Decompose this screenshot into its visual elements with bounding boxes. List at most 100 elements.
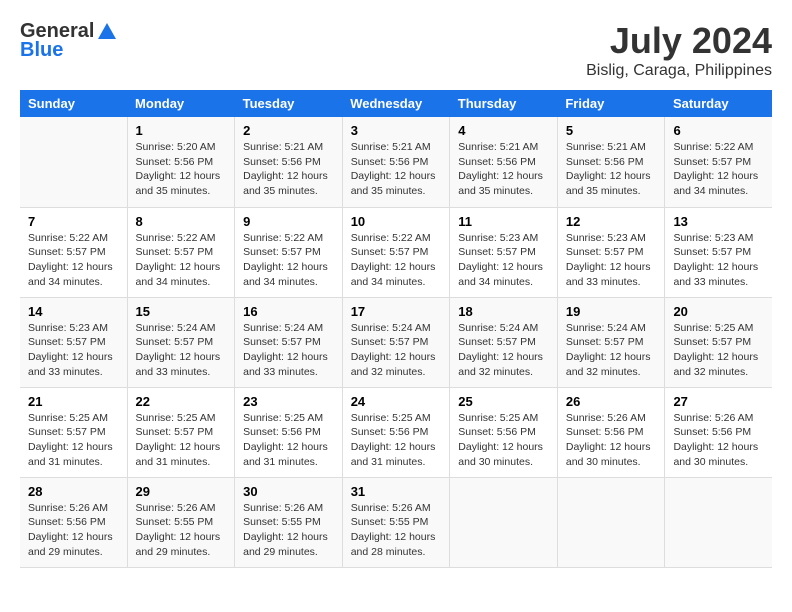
cell-w3-d2: 23 Sunrise: 5:25 AM Sunset: 5:56 PM Dayli… — [235, 387, 343, 477]
cell-w0-d2: 2 Sunrise: 5:21 AM Sunset: 5:56 PM Daylig… — [235, 117, 343, 207]
day-info: Sunrise: 5:26 AM Sunset: 5:55 PM Dayligh… — [351, 501, 442, 560]
logo: General Blue — [20, 20, 118, 62]
day-info: Sunrise: 5:21 AM Sunset: 5:56 PM Dayligh… — [458, 140, 549, 199]
day-number: 2 — [243, 123, 334, 138]
day-number: 5 — [566, 123, 657, 138]
cell-w0-d1: 1 Sunrise: 5:20 AM Sunset: 5:56 PM Daylig… — [127, 117, 235, 207]
cell-w3-d1: 22 Sunrise: 5:25 AM Sunset: 5:57 PM Dayli… — [127, 387, 235, 477]
cell-w2-d2: 16 Sunrise: 5:24 AM Sunset: 5:57 PM Dayli… — [235, 297, 343, 387]
cell-w4-d0: 28Sunrise: 5:26 AM Sunset: 5:56 PM Dayli… — [20, 477, 127, 567]
day-number: 27 — [673, 394, 764, 409]
cell-w1-d1: 8 Sunrise: 5:22 AM Sunset: 5:57 PM Daylig… — [127, 207, 235, 297]
week-row-1: 1 Sunrise: 5:20 AM Sunset: 5:56 PM Daylig… — [20, 117, 772, 207]
cell-w2-d3: 17 Sunrise: 5:24 AM Sunset: 5:57 PM Dayli… — [342, 297, 450, 387]
day-number: 28 — [28, 484, 119, 499]
day-number: 29 — [136, 484, 227, 499]
day-info: Sunrise: 5:25 AM Sunset: 5:56 PM Dayligh… — [351, 411, 442, 470]
day-info: Sunrise: 5:26 AM Sunset: 5:55 PM Dayligh… — [136, 501, 227, 560]
week-row-4: 21 Sunrise: 5:25 AM Sunset: 5:57 PM Dayli… — [20, 387, 772, 477]
day-number: 18 — [458, 304, 549, 319]
day-number: 19 — [566, 304, 657, 319]
day-info: Sunrise: 5:22 AM Sunset: 5:57 PM Dayligh… — [28, 231, 119, 290]
day-number: 20 — [673, 304, 764, 319]
day-number: 6 — [673, 123, 764, 138]
week-row-5: 28Sunrise: 5:26 AM Sunset: 5:56 PM Dayli… — [20, 477, 772, 567]
day-info: Sunrise: 5:24 AM Sunset: 5:57 PM Dayligh… — [243, 321, 334, 380]
cell-w2-d0: 14 Sunrise: 5:23 AM Sunset: 5:57 PM Dayli… — [20, 297, 127, 387]
day-number: 31 — [351, 484, 442, 499]
day-number: 22 — [136, 394, 227, 409]
day-number: 16 — [243, 304, 334, 319]
day-number: 8 — [136, 214, 227, 229]
day-info: Sunrise: 5:22 AM Sunset: 5:57 PM Dayligh… — [136, 231, 227, 290]
col-sunday: Sunday — [20, 90, 127, 117]
col-monday: Monday — [127, 90, 235, 117]
cell-w1-d2: 9Sunrise: 5:22 AM Sunset: 5:57 PM Daylig… — [235, 207, 343, 297]
col-friday: Friday — [557, 90, 665, 117]
cell-w3-d0: 21 Sunrise: 5:25 AM Sunset: 5:57 PM Dayli… — [20, 387, 127, 477]
col-tuesday: Tuesday — [235, 90, 343, 117]
cell-w0-d3: 3Sunrise: 5:21 AM Sunset: 5:56 PM Daylig… — [342, 117, 450, 207]
day-info: Sunrise: 5:23 AM Sunset: 5:57 PM Dayligh… — [458, 231, 549, 290]
day-info: Sunrise: 5:26 AM Sunset: 5:55 PM Dayligh… — [243, 501, 334, 560]
page-header: General Blue July 2024 Bislig, Caraga, P… — [20, 20, 772, 80]
col-thursday: Thursday — [450, 90, 558, 117]
day-number: 11 — [458, 214, 549, 229]
day-number: 25 — [458, 394, 549, 409]
day-number: 21 — [28, 394, 119, 409]
day-number: 13 — [673, 214, 764, 229]
cell-w3-d5: 26Sunrise: 5:26 AM Sunset: 5:56 PM Dayli… — [557, 387, 665, 477]
day-info: Sunrise: 5:24 AM Sunset: 5:57 PM Dayligh… — [351, 321, 442, 380]
cell-w1-d4: 11 Sunrise: 5:23 AM Sunset: 5:57 PM Dayli… — [450, 207, 558, 297]
day-info: Sunrise: 5:25 AM Sunset: 5:57 PM Dayligh… — [673, 321, 764, 380]
day-number: 17 — [351, 304, 442, 319]
day-info: Sunrise: 5:22 AM Sunset: 5:57 PM Dayligh… — [673, 140, 764, 199]
cell-w4-d2: 30 Sunrise: 5:26 AM Sunset: 5:55 PM Dayli… — [235, 477, 343, 567]
day-info: Sunrise: 5:26 AM Sunset: 5:56 PM Dayligh… — [673, 411, 764, 470]
cell-w3-d6: 27 Sunrise: 5:26 AM Sunset: 5:56 PM Dayli… — [665, 387, 772, 477]
day-info: Sunrise: 5:23 AM Sunset: 5:57 PM Dayligh… — [673, 231, 764, 290]
logo-icon — [96, 21, 118, 43]
cell-w4-d5 — [557, 477, 665, 567]
cell-w0-d6: 6 Sunrise: 5:22 AM Sunset: 5:57 PM Daylig… — [665, 117, 772, 207]
location-subtitle: Bislig, Caraga, Philippines — [586, 62, 772, 80]
day-info: Sunrise: 5:25 AM Sunset: 5:57 PM Dayligh… — [136, 411, 227, 470]
cell-w2-d6: 20 Sunrise: 5:25 AM Sunset: 5:57 PM Dayli… — [665, 297, 772, 387]
cell-w3-d4: 25Sunrise: 5:25 AM Sunset: 5:56 PM Dayli… — [450, 387, 558, 477]
day-number: 24 — [351, 394, 442, 409]
day-info: Sunrise: 5:24 AM Sunset: 5:57 PM Dayligh… — [566, 321, 657, 380]
week-row-3: 14 Sunrise: 5:23 AM Sunset: 5:57 PM Dayli… — [20, 297, 772, 387]
cell-w4-d3: 31 Sunrise: 5:26 AM Sunset: 5:55 PM Dayli… — [342, 477, 450, 567]
day-info: Sunrise: 5:21 AM Sunset: 5:56 PM Dayligh… — [243, 140, 334, 199]
day-number: 12 — [566, 214, 657, 229]
day-number: 4 — [458, 123, 549, 138]
month-year-title: July 2024 — [586, 20, 772, 62]
day-info: Sunrise: 5:21 AM Sunset: 5:56 PM Dayligh… — [566, 140, 657, 199]
day-info: Sunrise: 5:22 AM Sunset: 5:57 PM Dayligh… — [351, 231, 442, 290]
day-info: Sunrise: 5:25 AM Sunset: 5:56 PM Dayligh… — [243, 411, 334, 470]
cell-w4-d6 — [665, 477, 772, 567]
cell-w1-d6: 13 Sunrise: 5:23 AM Sunset: 5:57 PM Dayli… — [665, 207, 772, 297]
day-info: Sunrise: 5:24 AM Sunset: 5:57 PM Dayligh… — [458, 321, 549, 380]
day-info: Sunrise: 5:23 AM Sunset: 5:57 PM Dayligh… — [28, 321, 119, 380]
cell-w4-d4 — [450, 477, 558, 567]
day-number: 23 — [243, 394, 334, 409]
cell-w1-d5: 12Sunrise: 5:23 AM Sunset: 5:57 PM Dayli… — [557, 207, 665, 297]
cell-w2-d5: 19 Sunrise: 5:24 AM Sunset: 5:57 PM Dayli… — [557, 297, 665, 387]
calendar-table: Sunday Monday Tuesday Wednesday Thursday… — [20, 90, 772, 568]
col-wednesday: Wednesday — [342, 90, 450, 117]
day-number: 7 — [28, 214, 119, 229]
day-number: 9 — [243, 214, 334, 229]
logo-blue-text: Blue — [20, 39, 63, 62]
title-section: July 2024 Bislig, Caraga, Philippines — [586, 20, 772, 80]
day-info: Sunrise: 5:25 AM Sunset: 5:57 PM Dayligh… — [28, 411, 119, 470]
day-number: 15 — [136, 304, 227, 319]
cell-w3-d3: 24 Sunrise: 5:25 AM Sunset: 5:56 PM Dayli… — [342, 387, 450, 477]
day-number: 30 — [243, 484, 334, 499]
cell-w0-d5: 5 Sunrise: 5:21 AM Sunset: 5:56 PM Daylig… — [557, 117, 665, 207]
day-number: 14 — [28, 304, 119, 319]
cell-w2-d1: 15Sunrise: 5:24 AM Sunset: 5:57 PM Dayli… — [127, 297, 235, 387]
day-info: Sunrise: 5:21 AM Sunset: 5:56 PM Dayligh… — [351, 140, 442, 199]
day-number: 1 — [136, 123, 227, 138]
day-info: Sunrise: 5:20 AM Sunset: 5:56 PM Dayligh… — [136, 140, 227, 199]
